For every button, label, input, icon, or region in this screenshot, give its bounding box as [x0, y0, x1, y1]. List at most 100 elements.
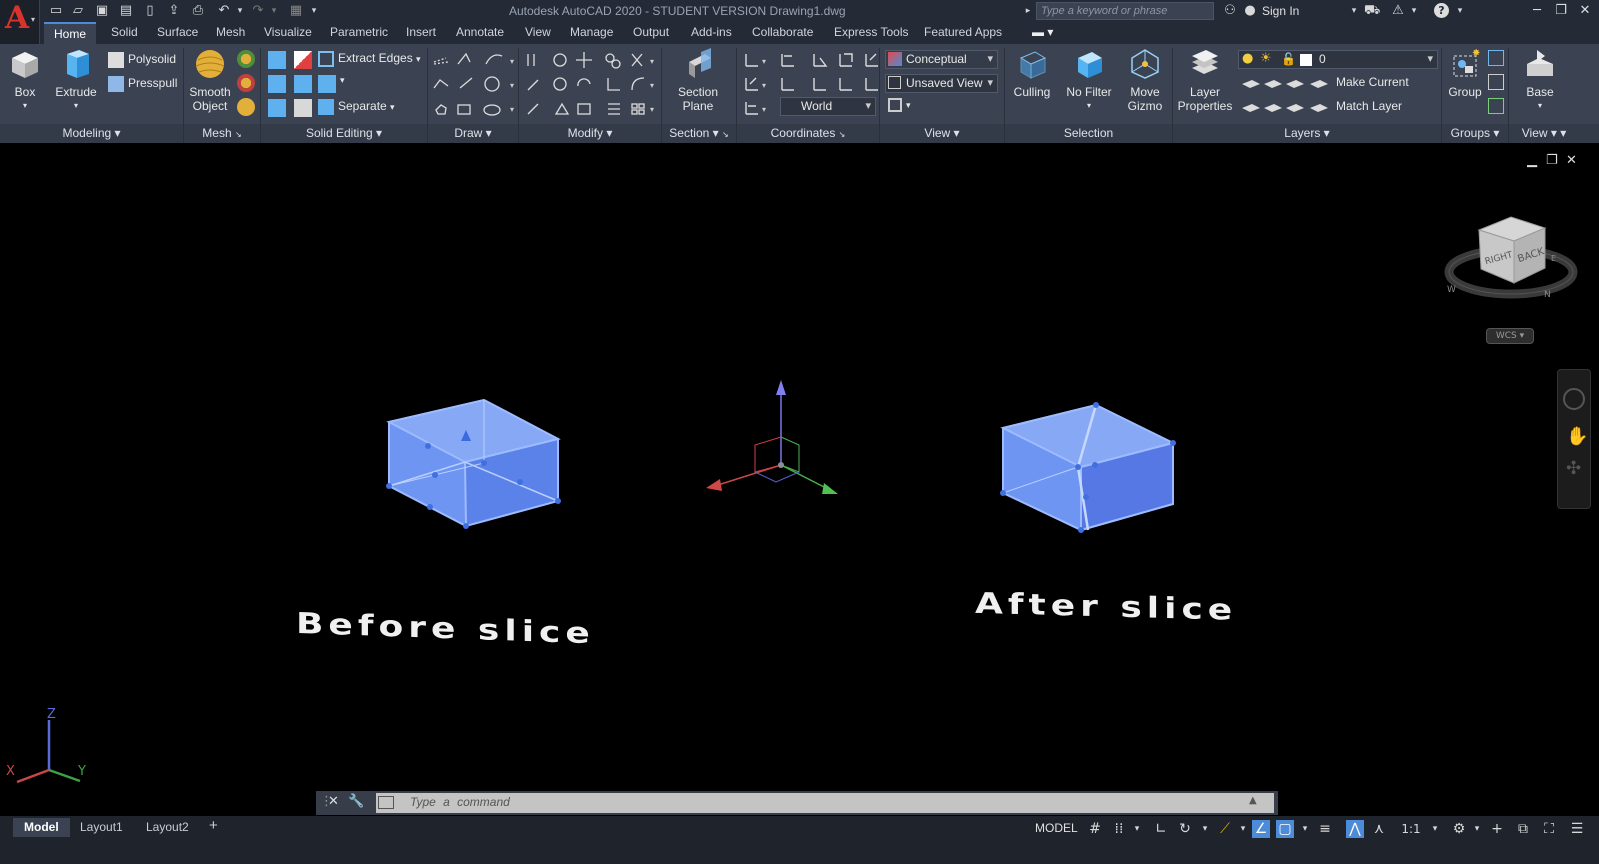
- tab-insert[interactable]: Insert: [406, 25, 436, 39]
- mesh-refine-icon[interactable]: [237, 50, 255, 68]
- group-button[interactable]: ✸ Group: [1445, 48, 1485, 99]
- clean-screen-icon[interactable]: ⛶: [1540, 820, 1558, 838]
- tab-collaborate[interactable]: Collaborate: [752, 25, 813, 39]
- polar-icon[interactable]: ↻: [1176, 820, 1194, 838]
- command-customize-icon[interactable]: 🔧: [348, 794, 364, 809]
- extrude-faces-icon[interactable]: [318, 75, 336, 93]
- box-button[interactable]: Box ▾: [4, 48, 46, 113]
- model-space-toggle[interactable]: MODEL: [1035, 821, 1078, 835]
- ribbon-options-icon[interactable]: ▬ ▾: [1032, 25, 1053, 39]
- isolate-objects-icon[interactable]: ⧉: [1514, 820, 1532, 838]
- command-input[interactable]: Type a command: [376, 793, 1274, 813]
- no-filter-button[interactable]: No Filter ▾: [1060, 48, 1118, 113]
- pan-icon[interactable]: ✋: [1566, 426, 1588, 447]
- layer-unlock-icon[interactable]: 🔓: [1281, 52, 1296, 66]
- modify-tools[interactable]: ▾ ▾ ▾: [524, 50, 660, 122]
- extrude-faces-dropdown-icon[interactable]: ▾: [340, 75, 345, 86]
- lineweight-icon[interactable]: ≡: [1316, 820, 1334, 838]
- solid-before-slice[interactable]: [386, 398, 561, 529]
- layer-thaw-icon[interactable]: ☀: [1260, 52, 1274, 66]
- drawing-viewport[interactable]: ▁ ❐ ✕ RIGHT BACK W N E Z X Y Before slic…: [0, 145, 1599, 810]
- grid-icon[interactable]: #: [1086, 820, 1104, 838]
- tab-annotate[interactable]: Annotate: [456, 25, 504, 39]
- label-after-slice[interactable]: After slice: [975, 586, 1237, 626]
- help-dropdown-icon[interactable]: ▾: [1452, 3, 1468, 19]
- mesh-smooth-more-icon[interactable]: [237, 74, 255, 92]
- panel-title-section[interactable]: Section ▾ ↘: [662, 124, 736, 143]
- tab-home[interactable]: Home: [44, 22, 97, 44]
- restore-icon[interactable]: ❐: [1552, 2, 1570, 20]
- panel-title-modeling[interactable]: Modeling ▾: [0, 124, 183, 143]
- search-expand-icon[interactable]: ▸: [1020, 3, 1036, 19]
- layer-properties-button[interactable]: Layer Properties: [1176, 48, 1234, 113]
- snap-dropdown-icon[interactable]: ▾: [1128, 820, 1146, 838]
- subtract-icon[interactable]: [294, 51, 312, 69]
- match-layer-button[interactable]: Match Layer: [1336, 99, 1402, 113]
- minimize-icon[interactable]: ─: [1528, 2, 1546, 20]
- save-web-icon[interactable]: ⇪: [166, 3, 182, 19]
- panel-title-layers[interactable]: Layers ▾: [1173, 124, 1441, 143]
- draw-tools[interactable]: ▾ ▾ ▾: [432, 50, 518, 122]
- redo-dropdown-icon[interactable]: ▾: [266, 3, 282, 19]
- presspull-button[interactable]: Presspull: [108, 76, 177, 92]
- undo-icon[interactable]: ↶: [216, 3, 232, 19]
- named-view-dropdown[interactable]: Unsaved View: [885, 74, 998, 93]
- mesh-crease-icon[interactable]: [237, 98, 255, 116]
- new-file-icon[interactable]: ▭: [48, 3, 64, 19]
- tab-express-tools[interactable]: Express Tools: [834, 25, 908, 39]
- command-history-icon[interactable]: [378, 796, 394, 809]
- annotation-scale-dropdown-icon[interactable]: ▾: [1426, 820, 1444, 838]
- object-snap-icon[interactable]: ▢: [1276, 820, 1294, 838]
- panel-title-coordinates[interactable]: Coordinates ↘: [737, 124, 879, 143]
- move-gizmo-3d[interactable]: [706, 380, 838, 494]
- wcs-menu[interactable]: WCS ▾: [1486, 328, 1534, 344]
- layer-tools[interactable]: [1240, 74, 1336, 118]
- move-gizmo-button[interactable]: Move Gizmo: [1120, 48, 1170, 113]
- solid-after-slice[interactable]: [1000, 402, 1176, 533]
- open-web-icon[interactable]: ▯: [142, 3, 158, 19]
- layout-tab-model[interactable]: Model: [13, 818, 70, 837]
- panel-title-groups[interactable]: Groups ▾: [1442, 124, 1508, 143]
- command-close-icon[interactable]: ✕: [328, 794, 339, 809]
- command-expand-icon[interactable]: ▲: [1249, 795, 1257, 806]
- panel-title-view[interactable]: View ▾: [880, 124, 1004, 143]
- compass-north[interactable]: N: [1544, 290, 1551, 300]
- exchange-icon[interactable]: ⚠: [1390, 3, 1406, 19]
- layer-on-icon[interactable]: ●: [1242, 52, 1254, 66]
- polar-dropdown-icon[interactable]: ▾: [1196, 820, 1214, 838]
- tab-manage[interactable]: Manage: [570, 25, 613, 39]
- panel-title-draw[interactable]: Draw ▾: [428, 124, 518, 143]
- layer-color-icon[interactable]: [1300, 54, 1312, 66]
- tab-visualize[interactable]: Visualize: [264, 25, 312, 39]
- help-icon[interactable]: ?: [1434, 3, 1449, 18]
- base-button[interactable]: Base ▾: [1514, 48, 1566, 113]
- layout-tab-layout2[interactable]: Layout2: [146, 820, 189, 834]
- sign-in-button[interactable]: Sign In: [1262, 4, 1299, 18]
- tab-parametric[interactable]: Parametric: [330, 25, 388, 39]
- tab-surface[interactable]: Surface: [157, 25, 198, 39]
- panel-title-solid-editing[interactable]: Solid Editing ▾: [261, 124, 427, 143]
- isodraft-dropdown-icon[interactable]: ▾: [1234, 820, 1252, 838]
- interfere-icon[interactable]: [294, 75, 312, 93]
- orbit-icon[interactable]: ✣: [1566, 458, 1581, 479]
- group-select-icon[interactable]: [1488, 98, 1504, 114]
- compass-east[interactable]: E: [1551, 254, 1556, 263]
- thicken-icon[interactable]: [294, 99, 312, 117]
- isodraft-icon[interactable]: ⟋: [1216, 820, 1234, 838]
- make-current-button[interactable]: Make Current: [1336, 75, 1409, 89]
- workspace-icon[interactable]: ▦: [288, 3, 304, 19]
- culling-button[interactable]: Culling: [1008, 48, 1056, 99]
- layout-tab-layout1[interactable]: Layout1: [80, 820, 123, 834]
- steering-wheel-icon[interactable]: [1563, 388, 1585, 410]
- object-snap-dropdown-icon[interactable]: ▾: [1296, 820, 1314, 838]
- search-input[interactable]: Type a keyword or phrase: [1036, 2, 1214, 20]
- customize-qat-icon[interactable]: ▾: [306, 3, 322, 19]
- viewport-config-icon[interactable]: [888, 98, 902, 112]
- tab-mesh[interactable]: Mesh: [216, 25, 245, 39]
- tab-add-ins[interactable]: Add-ins: [691, 25, 732, 39]
- close-icon[interactable]: ✕: [1576, 2, 1594, 20]
- auto-scale-icon[interactable]: ⋏: [1370, 820, 1388, 838]
- annotation-scale[interactable]: 1:1: [1396, 820, 1426, 838]
- section-plane-button[interactable]: Section Plane: [670, 48, 726, 113]
- ucs-world-dropdown[interactable]: World: [780, 97, 876, 116]
